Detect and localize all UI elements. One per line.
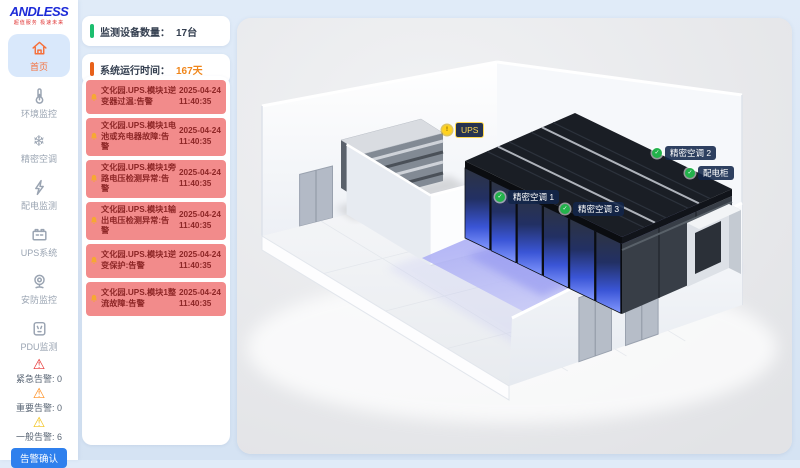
alert-message: 文化园.UPS.模块1整流故障:告警 bbox=[101, 288, 177, 309]
sidebar-item-home[interactable]: 首页 bbox=[8, 34, 70, 77]
ok-dot-icon: ✓ bbox=[495, 192, 505, 202]
sidebar-item-pdu[interactable]: PDU监测 bbox=[8, 314, 70, 357]
bell-icon bbox=[88, 215, 99, 226]
scene-label-text: 精密空调 3 bbox=[573, 202, 624, 216]
alert-item[interactable]: 文化园.UPS.模块1电池或充电器故障:告警 2025-04-2411:40:3… bbox=[86, 118, 226, 156]
alarm-critical-count: 0 bbox=[57, 374, 62, 384]
sidebar-item-environment[interactable]: 环境监控 bbox=[8, 81, 70, 124]
alert-message: 文化园.UPS.模块1逆变保护:告警 bbox=[101, 250, 177, 271]
warning-triangle-icon: ⚠ bbox=[33, 415, 46, 430]
ok-dot-icon: ✓ bbox=[560, 204, 570, 214]
brand-logo: ANDLESS 超值服务 极速未来 bbox=[10, 6, 69, 26]
bell-icon bbox=[88, 293, 99, 304]
battery-icon bbox=[30, 225, 49, 244]
alert-item[interactable]: 文化园.UPS.模块1整流故障:告警 2025-04-2411:40:35 bbox=[86, 282, 226, 316]
alarm-major-count: 0 bbox=[57, 403, 62, 413]
scene-label-text: 精密空调 1 bbox=[508, 190, 559, 204]
warning-dot-icon: ! bbox=[442, 125, 452, 135]
alarm-major-label: 重要告警: bbox=[16, 403, 55, 413]
camera-icon bbox=[30, 272, 49, 291]
scene-label-ac3[interactable]: ✓ 精密空调 3 bbox=[560, 202, 624, 216]
scene-label-ups[interactable]: ! UPS bbox=[442, 122, 484, 138]
home-icon bbox=[30, 39, 49, 58]
scene-label-ac2[interactable]: ✓ 精密空调 2 bbox=[652, 146, 716, 160]
alert-message: 文化园.UPS.模块1电池或充电器故障:告警 bbox=[101, 121, 177, 153]
ok-dot-icon: ✓ bbox=[652, 148, 662, 158]
alert-message: 文化园.UPS.模块1逆变器过温:告警 bbox=[101, 86, 177, 107]
alert-timestamp: 2025-04-2411:40:35 bbox=[179, 210, 223, 231]
alert-timestamp: 2025-04-2411:40:35 bbox=[179, 250, 223, 271]
sidebar-item-label: UPS系统 bbox=[21, 246, 58, 259]
snowflake-icon: ❄ bbox=[33, 133, 46, 150]
bolt-icon bbox=[30, 178, 49, 197]
alert-timestamp: 2025-04-2411:40:35 bbox=[179, 288, 223, 309]
green-pill-icon bbox=[90, 24, 94, 38]
plug-icon bbox=[30, 319, 49, 338]
alarm-minor: ⚠ 一般告警: 6 bbox=[16, 415, 62, 443]
sidebar-item-label: 首页 bbox=[30, 60, 48, 73]
alert-timestamp: 2025-04-2411:40:35 bbox=[179, 86, 223, 107]
sidebar-item-label: PDU监测 bbox=[20, 340, 57, 353]
sidebar-item-label: 精密空调 bbox=[21, 152, 57, 165]
server-room-scene bbox=[237, 18, 792, 454]
sidebar-item-power-monitoring[interactable]: 配电监测 bbox=[8, 173, 70, 216]
alert-item[interactable]: 文化园.UPS.模块1输出电压检测异常:告警 2025-04-2411:40:3… bbox=[86, 202, 226, 240]
scene-label-text: 配电柜 bbox=[698, 166, 734, 180]
sidebar-item-security[interactable]: 安防监控 bbox=[8, 267, 70, 310]
uptime-value: 167天 bbox=[176, 62, 203, 77]
ok-dot-icon: ✓ bbox=[685, 168, 695, 178]
bell-icon bbox=[88, 131, 99, 142]
brand-logo-text: ANDLESS bbox=[10, 6, 69, 18]
sidebar: ANDLESS 超值服务 极速未来 首页 环境监控 ❄ 精密空调 配电监测 UP… bbox=[0, 0, 78, 460]
alert-item[interactable]: 文化园.UPS.模块1逆变保护:告警 2025-04-2411:40:35 bbox=[86, 244, 226, 278]
sidebar-item-label: 配电监测 bbox=[21, 199, 57, 212]
alarm-confirm-button[interactable]: 告警确认 bbox=[11, 448, 67, 468]
alarm-critical: ⚠ 紧急告警: 0 bbox=[16, 357, 62, 385]
thermometer-icon bbox=[30, 86, 49, 105]
scene-label-power-cabinet[interactable]: ✓ 配电柜 bbox=[685, 166, 734, 180]
alert-item[interactable]: 文化园.UPS.模块1旁路电压检测异常:告警 2025-04-2411:40:3… bbox=[86, 160, 226, 198]
alert-item[interactable]: 文化园.UPS.模块1逆变器过温:告警 2025-04-2411:40:35 bbox=[86, 80, 226, 114]
sidebar-item-ups-system[interactable]: UPS系统 bbox=[8, 220, 70, 263]
bell-icon bbox=[88, 173, 99, 184]
alarm-minor-count: 6 bbox=[57, 432, 62, 442]
uptime-label: 系统运行时间： bbox=[100, 62, 170, 77]
status-column: 监测设备数量： 17台 系统运行时间： 167天 文化园.UPS.模块1逆变器过… bbox=[80, 0, 234, 460]
device-count-label: 监测设备数量： bbox=[100, 24, 170, 39]
brand-tagline: 超值服务 极速未来 bbox=[10, 19, 69, 26]
device-count-value: 17台 bbox=[176, 24, 197, 39]
sidebar-item-label: 安防监控 bbox=[21, 293, 57, 306]
alert-timestamp: 2025-04-2411:40:35 bbox=[179, 126, 223, 147]
bell-icon bbox=[88, 92, 99, 103]
alert-timestamp: 2025-04-2411:40:35 bbox=[179, 168, 223, 189]
warning-triangle-icon: ⚠ bbox=[33, 386, 46, 401]
warning-triangle-icon: ⚠ bbox=[33, 357, 46, 372]
alert-message: 文化园.UPS.模块1输出电压检测异常:告警 bbox=[101, 205, 177, 237]
scene-label-text: 精密空调 2 bbox=[665, 146, 716, 160]
alert-list: 文化园.UPS.模块1逆变器过温:告警 2025-04-2411:40:35 文… bbox=[82, 76, 230, 445]
alert-message: 文化园.UPS.模块1旁路电压检测异常:告警 bbox=[101, 163, 177, 195]
sidebar-item-label: 环境监控 bbox=[21, 107, 57, 120]
alarm-critical-label: 紧急告警: bbox=[16, 374, 55, 384]
alarm-summary: ⚠ 紧急告警: 0 ⚠ 重要告警: 0 ⚠ 一般告警: 6 告警确认 bbox=[11, 357, 67, 468]
scene-label-text: UPS bbox=[455, 122, 484, 138]
alarm-minor-label: 一般告警: bbox=[16, 432, 55, 442]
orange-pill-icon bbox=[90, 62, 94, 76]
room-3d-viewport[interactable]: ! UPS ✓ 精密空调 1 ✓ 精密空调 3 ✓ 精密空调 2 ✓ 配电柜 bbox=[237, 18, 792, 454]
sidebar-nav: 首页 环境监控 ❄ 精密空调 配电监测 UPS系统 安防监控 PDU监测 bbox=[8, 34, 70, 357]
bell-icon bbox=[88, 255, 99, 266]
alarm-major: ⚠ 重要告警: 0 bbox=[16, 386, 62, 414]
device-count-card: 监测设备数量： 17台 bbox=[82, 16, 230, 46]
scene-label-ac1[interactable]: ✓ 精密空调 1 bbox=[495, 190, 559, 204]
sidebar-item-precision-ac[interactable]: ❄ 精密空调 bbox=[8, 128, 70, 169]
